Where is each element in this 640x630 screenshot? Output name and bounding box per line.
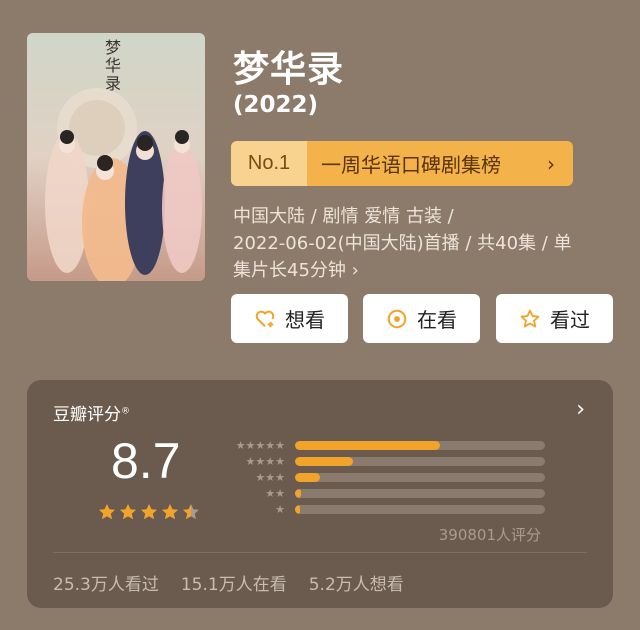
distribution-bar (295, 472, 545, 482)
small-star-icon: ★ (255, 438, 266, 452)
rating-count: 390801人评分 (438, 526, 541, 544)
poster-image[interactable]: 梦华录 (27, 33, 205, 281)
rating-card[interactable]: 豆瓣评分® › 8.7 ★ ★ ★ ★ ★ ★ ★ ★ ★ ★ ★ ★ ★ ★ ★ 390801人评分 25… (27, 380, 613, 608)
rating-heading: 豆瓣评分® (53, 400, 130, 425)
small-star-icon: ★ (275, 470, 285, 484)
distribution-row: ★ ★ ★ (223, 469, 545, 485)
want-label: 想看 (285, 308, 325, 332)
ranking-banner[interactable]: No.1 一周华语口碑剧集榜 › (231, 141, 573, 186)
distribution-stars: ★ ★ ★ (223, 472, 285, 483)
small-star-icon: ★ (265, 470, 276, 484)
rating-stars (97, 502, 201, 522)
rating-heading-text: 豆瓣评分 (53, 405, 121, 425)
distribution-bar (295, 488, 545, 498)
chevron-right-icon[interactable]: › (576, 397, 585, 422)
small-star-icon: ★ (245, 454, 256, 468)
star-full-icon (120, 504, 136, 520)
page-title: 梦华录 (233, 49, 345, 90)
small-star-icon: ★ (265, 454, 276, 468)
small-star-icon: ★ (265, 486, 276, 500)
small-star-icon: ★ (275, 486, 285, 500)
distribution-bar (295, 456, 545, 466)
watching-button[interactable]: 在看 (363, 294, 480, 343)
rank-label: 一周华语口碑剧集榜 (321, 153, 501, 177)
distribution-row: ★ ★ ★ ★ ★ (223, 437, 545, 453)
meta-line-genre: 中国大陆 / 剧情 爱情 古装 / (233, 206, 454, 227)
distribution-bar-fill (295, 440, 440, 450)
distribution-row: ★ ★ ★ ★ (223, 453, 545, 469)
watched-button[interactable]: 看过 (496, 294, 613, 343)
distribution-bar (295, 440, 545, 450)
distribution-row: ★ (223, 501, 545, 517)
rank-badge: No.1 (231, 141, 307, 186)
stat-watching: 15.1万人在看 (180, 575, 287, 595)
distribution-bar-fill (295, 472, 320, 482)
distribution-bar-fill (295, 504, 300, 514)
small-star-icon: ★ (255, 470, 266, 484)
meta-line-length: 集片长45分钟 › (233, 260, 359, 281)
distribution-bar-fill (295, 488, 302, 498)
star-full-icon (99, 504, 115, 520)
release-year: (2022) (233, 92, 319, 118)
distribution-stars: ★ ★ (223, 488, 285, 499)
small-star-icon: ★ (275, 438, 285, 452)
star-outline-icon (520, 309, 540, 328)
small-star-icon: ★ (275, 502, 285, 516)
small-star-icon: ★ (245, 438, 256, 452)
want-to-watch-button[interactable]: 想看 (231, 294, 348, 343)
stat-watched: 25.3万人看过 (53, 575, 159, 595)
poster-title: 梦华录 (105, 38, 122, 93)
divider (53, 552, 587, 553)
registered-mark: ® (121, 406, 130, 417)
watching-label: 在看 (417, 308, 457, 332)
small-star-icon: ★ (265, 438, 276, 452)
rating-distribution: ★ ★ ★ ★ ★ ★ ★ ★ ★ ★ ★ ★ ★ ★ ★ (223, 437, 545, 517)
movie-meta[interactable]: 中国大陆 / 剧情 爱情 古装 / 2022-06-02(中国大陆)首播 / 共… (233, 203, 613, 284)
watched-label: 看过 (550, 308, 590, 332)
small-star-icon: ★ (275, 454, 285, 468)
distribution-bar-fill (295, 456, 353, 466)
target-icon (387, 309, 407, 328)
distribution-stars: ★ ★ ★ ★ ★ (223, 440, 285, 451)
stat-want: 5.2万人想看 (308, 575, 404, 595)
chevron-right-icon: › (547, 151, 555, 176)
star-full-icon (141, 504, 157, 520)
heart-plus-icon (255, 310, 275, 327)
small-star-icon: ★ (255, 454, 266, 468)
rating-score: 8.7 (111, 433, 181, 489)
distribution-row: ★ ★ (223, 485, 545, 501)
star-half-icon (183, 504, 199, 520)
distribution-bar (295, 504, 545, 514)
star-full-icon (162, 504, 178, 520)
distribution-stars: ★ ★ ★ ★ (223, 454, 286, 468)
distribution-stars: ★ (223, 504, 285, 515)
meta-line-release: 2022-06-02(中国大陆)首播 / 共40集 / 单 (233, 233, 572, 254)
small-star-icon: ★ (235, 438, 246, 452)
watch-stats: 25.3万人看过 15.1万人在看 5.2万人想看 (53, 570, 404, 595)
